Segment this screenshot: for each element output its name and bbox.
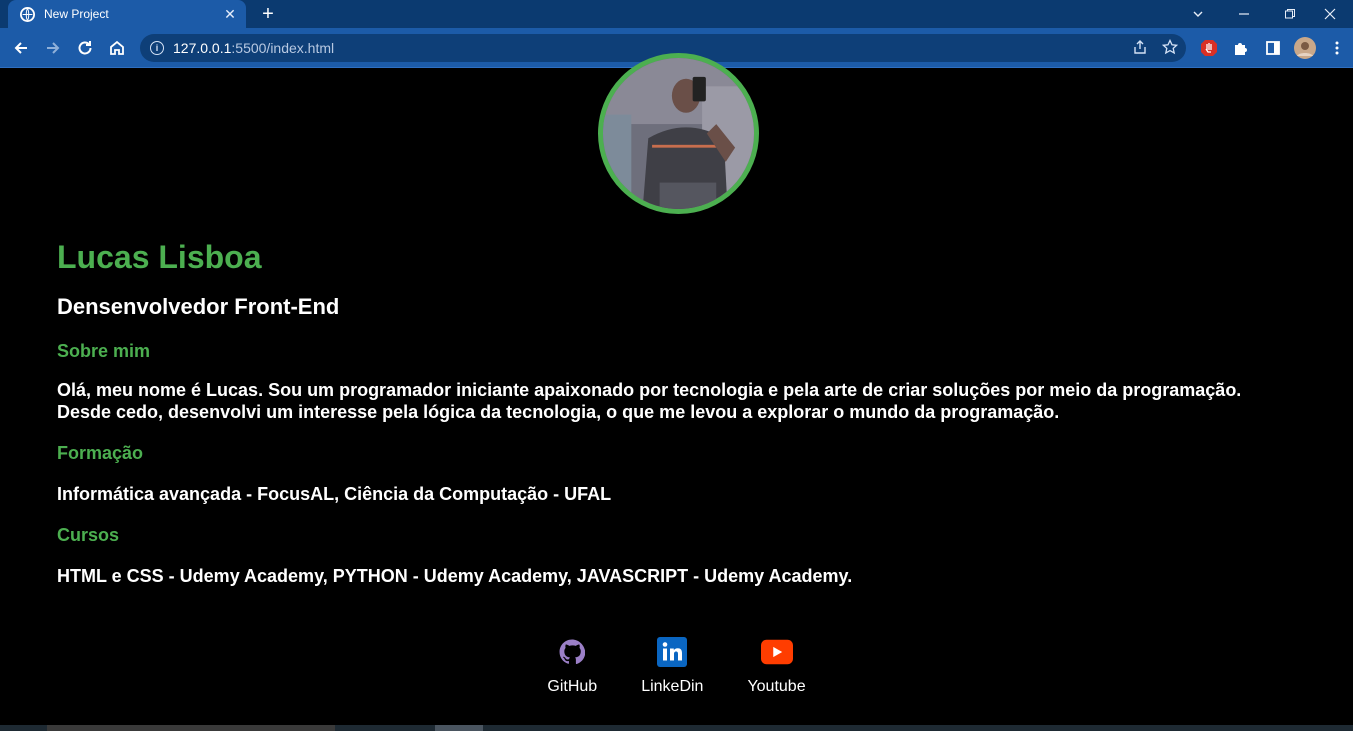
profile-name: Lucas Lisboa [57,239,262,275]
browser-tab[interactable]: New Project ✕ [8,0,246,28]
new-tab-button[interactable]: + [256,4,280,24]
close-tab-icon[interactable]: ✕ [220,4,240,24]
courses-text: HTML e CSS - Udemy Academy, PYTHON - Ude… [57,566,853,586]
github-icon [556,636,588,668]
youtube-link[interactable]: Youtube [747,636,806,696]
back-arrow-icon[interactable] [9,36,33,60]
home-icon[interactable] [105,36,129,60]
bookmark-star-icon[interactable] [1161,38,1179,60]
youtube-icon [760,636,793,668]
adblock-extension-icon[interactable] [1198,37,1220,59]
globe-icon [20,6,35,22]
social-links: GitHub LinkeDin Youtube [0,636,1353,696]
about-title: Sobre mim [57,341,151,361]
about-text-line-1: Olá, meu nome é Lucas. Sou um programado… [57,380,1242,400]
linkedin-label: LinkeDin [641,678,704,695]
about-text: Olá, meu nome é Lucas. Sou um programado… [57,379,1317,423]
taskbar-segment [47,725,335,731]
github-link[interactable]: GitHub [547,636,597,696]
browser-tab-bar: New Project ✕ + [0,0,1353,28]
close-window-button[interactable] [1307,0,1353,28]
linkedin-icon [656,636,688,668]
browser-menu-icon[interactable] [1326,37,1348,59]
github-label: GitHub [547,678,598,695]
url-text: 127.0.0.1:5500/index.html [173,40,335,56]
taskbar-segment [435,725,483,731]
profile-role: Densenvolvedor Front-End [57,294,340,319]
site-info-icon[interactable]: i [150,41,164,55]
education-title: Formação [57,443,144,463]
tab-title: New Project [44,7,109,21]
youtube-label: Youtube [747,678,806,695]
about-text-line-2: Desde cedo, desenvolvi um interesse pela… [57,402,1060,422]
linkedin-link[interactable]: LinkeDin [641,636,703,696]
tab-search-icon[interactable] [1175,0,1221,28]
education-text: Informática avançada - FocusAL, Ciência … [57,484,612,504]
page-viewport: Lucas Lisboa Densenvolvedor Front-End So… [0,53,1353,725]
extensions-puzzle-icon[interactable] [1230,37,1252,59]
profile-photo [598,53,759,214]
reload-icon[interactable] [73,36,97,60]
main-content: Lucas Lisboa Densenvolvedor Front-End So… [57,238,1317,587]
side-panel-icon[interactable] [1262,37,1284,59]
forward-arrow-icon[interactable] [41,36,65,60]
share-icon[interactable] [1132,39,1148,60]
courses-title: Cursos [57,525,120,545]
minimize-button[interactable] [1221,0,1267,28]
profile-avatar-icon[interactable] [1294,37,1316,59]
